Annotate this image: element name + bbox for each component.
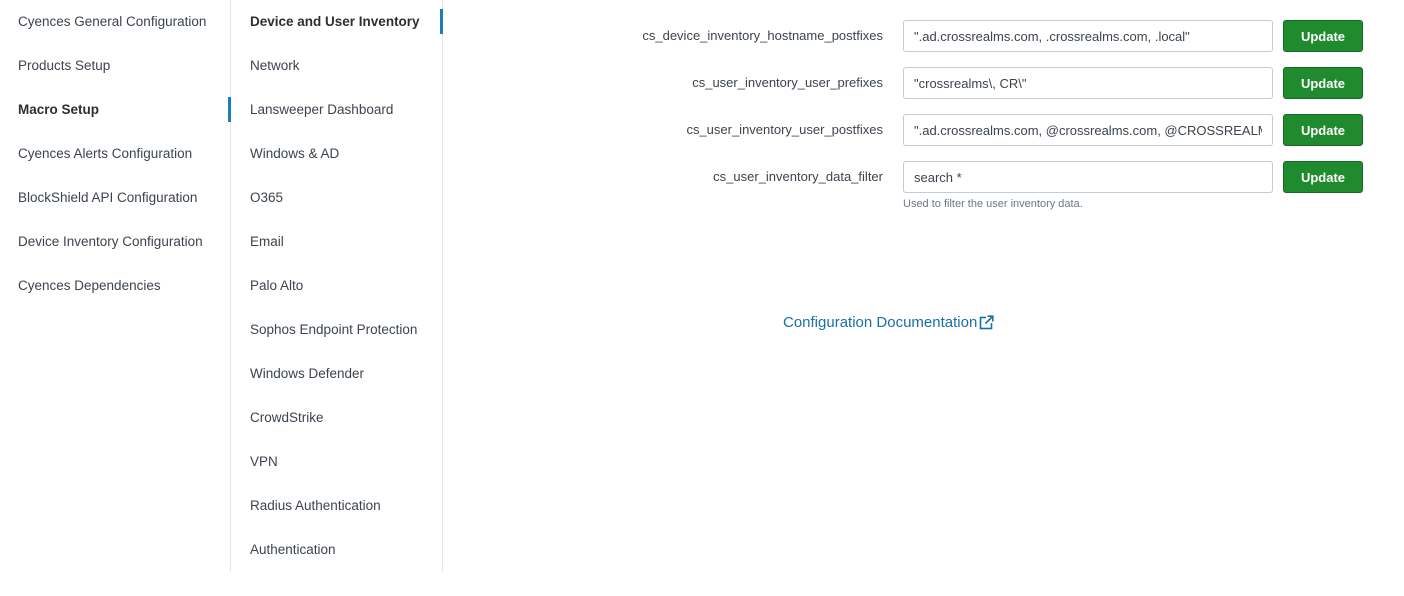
form-row-data-filter: cs_user_inventory_data_filter Update — [443, 161, 1404, 193]
submenu-item-network[interactable]: Network — [250, 44, 300, 88]
update-user-postfixes-button[interactable]: Update — [1283, 114, 1363, 146]
form-row-user-postfixes: cs_user_inventory_user_postfixes Update — [443, 114, 1404, 146]
update-hostname-postfixes-button[interactable]: Update — [1283, 20, 1363, 52]
macro-submenu: Device and User Inventory Network Lanswe… — [231, 0, 442, 572]
submenu-item-lansweeper-dashboard[interactable]: Lansweeper Dashboard — [250, 88, 393, 132]
update-data-filter-button[interactable]: Update — [1283, 161, 1363, 193]
user-postfixes-input[interactable] — [903, 114, 1273, 146]
submenu-item-radius-authentication[interactable]: Radius Authentication — [250, 484, 381, 528]
sidebar-item-blockshield-api-configuration[interactable]: BlockShield API Configuration — [18, 176, 197, 220]
submenu-item-palo-alto[interactable]: Palo Alto — [250, 264, 303, 308]
field-label: cs_device_inventory_hostname_postfixes — [642, 28, 883, 43]
field-label: cs_user_inventory_user_postfixes — [686, 122, 883, 137]
sidebar-item-cyences-dependencies[interactable]: Cyences Dependencies — [18, 264, 161, 308]
hostname-postfixes-input[interactable] — [903, 20, 1273, 52]
sidebar-item-macro-setup[interactable]: Macro Setup — [18, 88, 99, 132]
submenu-item-email[interactable]: Email — [250, 220, 284, 264]
data-filter-help-text: Used to filter the user inventory data. — [903, 198, 1083, 210]
user-prefixes-input[interactable] — [903, 67, 1273, 99]
form-row-user-prefixes: cs_user_inventory_user_prefixes Update — [443, 67, 1404, 99]
sidebar-item-products-setup[interactable]: Products Setup — [18, 44, 110, 88]
submenu-item-o365[interactable]: O365 — [250, 176, 283, 220]
update-user-prefixes-button[interactable]: Update — [1283, 67, 1363, 99]
documentation-link-label: Configuration Documentation — [783, 314, 978, 331]
data-filter-input[interactable] — [903, 161, 1273, 193]
submenu-item-crowdstrike[interactable]: CrowdStrike — [250, 396, 324, 440]
submenu-item-device-and-user-inventory[interactable]: Device and User Inventory — [250, 0, 420, 44]
field-label: cs_user_inventory_user_prefixes — [692, 75, 883, 90]
configuration-documentation-link[interactable]: Configuration Documentation — [783, 314, 995, 331]
config-sidebar: Cyences General Configuration Products S… — [0, 0, 230, 572]
external-link-icon — [979, 315, 995, 330]
submenu-item-sophos-endpoint-protection[interactable]: Sophos Endpoint Protection — [250, 308, 417, 352]
form-row-hostname-postfixes: cs_device_inventory_hostname_postfixes U… — [443, 20, 1404, 52]
sidebar-item-cyences-alerts-configuration[interactable]: Cyences Alerts Configuration — [18, 132, 192, 176]
sidebar-item-device-inventory-configuration[interactable]: Device Inventory Configuration — [18, 220, 203, 264]
submenu-item-windows-defender[interactable]: Windows Defender — [250, 352, 364, 396]
sidebar-item-cyences-general-configuration[interactable]: Cyences General Configuration — [18, 0, 206, 44]
submenu-item-authentication[interactable]: Authentication — [250, 528, 336, 572]
submenu-item-windows-ad[interactable]: Windows & AD — [250, 132, 339, 176]
submenu-item-vpn[interactable]: VPN — [250, 440, 278, 484]
field-label: cs_user_inventory_data_filter — [713, 169, 883, 184]
